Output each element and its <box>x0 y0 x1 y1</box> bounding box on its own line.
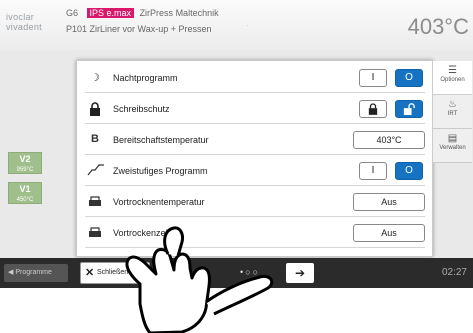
row-two-stage-program[interactable]: Zweistufiges Programm I O <box>85 158 425 186</box>
product-badge: IPS e.max <box>86 8 135 18</box>
v2-value: 959°C <box>16 167 34 173</box>
row-label: Bereitschaftstemperatur <box>113 135 209 145</box>
standby-temperature-icon: B <box>91 133 99 145</box>
header-bar: ivoclar · vivadent G6 IPS e.max ZirPress… <box>0 0 473 50</box>
row-night-program[interactable]: ☽ Nachtprogramm I O <box>85 65 425 93</box>
row-label: Nachtprogramm <box>113 73 178 83</box>
two-stage-curve-icon <box>87 164 104 178</box>
programs-label: Programme <box>15 269 52 276</box>
lock-icon <box>87 102 103 116</box>
program-line-1: G6 IPS e.max ZirPress Maltechnik <box>66 8 219 18</box>
two-stage-on-toggle[interactable]: I <box>359 162 387 180</box>
predrying-temperature-icon <box>87 195 103 209</box>
pointing-hand-icon <box>125 226 274 333</box>
programs-button[interactable]: ◀ Programme <box>4 264 68 282</box>
predrying-temperature-value[interactable]: Aus <box>353 193 425 211</box>
tab-options[interactable]: ☰ Optionen <box>432 61 472 95</box>
tab-options-label: Optionen <box>440 77 465 83</box>
v2-button[interactable]: V2 959°C <box>8 152 42 174</box>
night-program-icon: ☽ <box>90 72 100 84</box>
predrying-time-icon <box>87 226 103 240</box>
side-tabs: ☰ Optionen ♨ IRT ▤ Verwalten <box>432 61 473 256</box>
ivoclar-logo: ivoclar · vivadent <box>6 12 251 32</box>
two-stage-off-toggle[interactable]: O <box>395 162 423 180</box>
close-icon: ✕ <box>85 267 95 279</box>
manage-icon: ▤ <box>447 133 458 144</box>
tab-manage[interactable]: ▤ Verwalten <box>432 129 472 163</box>
tab-manage-label: Verwalten <box>439 145 466 151</box>
arrow-right-icon: ➔ <box>294 266 306 280</box>
row-standby-temperature[interactable]: B Bereitschaftstemperatur 403°C <box>85 127 425 155</box>
row-label: Zweistufiges Programm <box>113 166 208 176</box>
program-line-2: P101 ZirLiner vor Wax-up + Pressen <box>66 24 212 34</box>
options-icon: ☰ <box>448 65 457 76</box>
program-id: G6 <box>66 8 79 18</box>
row-predrying-temperature[interactable]: Vortrocknentemperatur Aus <box>85 189 425 217</box>
unlocked-toggle[interactable] <box>395 100 423 118</box>
v2-label: V2 <box>19 154 31 164</box>
predrying-time-value[interactable]: Aus <box>353 224 425 242</box>
v1-value: 450°C <box>16 197 34 203</box>
standby-temperature-value[interactable]: 403°C <box>353 131 425 149</box>
program-name: ZirPress Maltechnik <box>139 8 219 18</box>
v1-button[interactable]: V1 450°C <box>8 182 42 204</box>
row-label: Vortrocknentemperatur <box>113 197 205 207</box>
logo-line1: ivoclar <box>6 12 35 22</box>
program-subtitle: ZirLiner vor Wax-up + Pressen <box>89 24 212 34</box>
irt-icon: ♨ <box>448 99 457 110</box>
program-code: P101 <box>66 24 88 34</box>
row-write-protection[interactable]: Schreibschutz <box>85 96 425 124</box>
night-program-on-toggle[interactable]: I <box>359 69 387 87</box>
locked-toggle[interactable] <box>359 100 387 118</box>
night-program-off-toggle[interactable]: O <box>395 69 423 87</box>
logo-line2: vivadent <box>6 22 42 32</box>
tab-irt[interactable]: ♨ IRT <box>432 95 472 129</box>
v1-label: V1 <box>19 184 31 194</box>
current-temperature: 403°C <box>407 14 469 39</box>
next-page-button[interactable]: ➔ <box>286 263 314 283</box>
row-label: Schreibschutz <box>113 104 170 114</box>
tab-irt-label: IRT <box>447 111 458 117</box>
remaining-time: 02:27 <box>441 267 467 278</box>
